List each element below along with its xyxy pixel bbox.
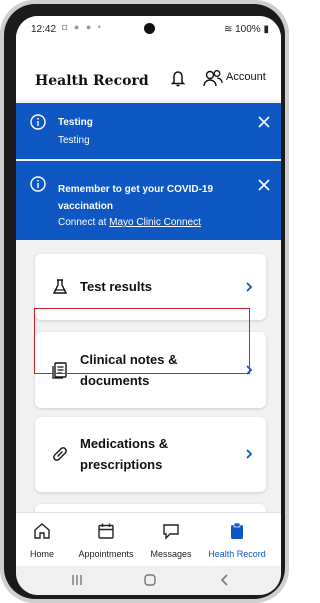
selection-highlight (34, 308, 250, 374)
bottom-tab-bar: Home Appointments Messages Health Record (16, 512, 281, 567)
account-button-label[interactable]: Account (226, 71, 266, 83)
close-icon[interactable] (257, 178, 271, 192)
phone-bezel: 12:42 ◘ ● ● • ≋ 100% ▮ Health Record Acc… (4, 4, 285, 599)
close-icon[interactable] (257, 115, 271, 129)
info-icon (30, 114, 46, 130)
front-camera (144, 23, 155, 34)
account-icon[interactable] (202, 68, 224, 88)
banner-subtitle: Testing (58, 135, 90, 146)
wifi-icon: ≋ (223, 24, 233, 35)
screen: 12:42 ◘ ● ● • ≋ 100% ▮ Health Record Acc… (16, 16, 281, 595)
chevron-right-icon (246, 282, 253, 292)
tab-home[interactable]: Home (22, 513, 62, 567)
battery-icon: ▮ (263, 24, 269, 35)
tab-label: Home (29, 549, 54, 559)
battery-level: 100% (235, 24, 261, 35)
covid-vaccination-banner: Remember to get your COVID-19 vaccinatio… (16, 161, 281, 240)
banner-title: Testing (58, 117, 93, 128)
tab-appointments[interactable]: Appointments (72, 513, 140, 567)
tab-health-record[interactable]: Health Record (202, 513, 272, 567)
status-right: ≋ 100% ▮ (224, 24, 269, 35)
tab-label: Messages (150, 549, 192, 559)
info-icon (30, 176, 46, 192)
tab-label: Appointments (78, 549, 134, 559)
back-icon[interactable] (219, 573, 231, 587)
phone-frame: 12:42 ◘ ● ● • ≋ 100% ▮ Health Record Acc… (0, 0, 289, 603)
banner-subtitle-prefix: Connect at (58, 217, 110, 228)
app-header: Health Record Account (16, 44, 281, 100)
status-bar: 12:42 ◘ ● ● • ≋ 100% ▮ (16, 16, 281, 44)
banner-title: Remember to get your COVID-19 vaccinatio… (58, 184, 214, 212)
home-button-icon[interactable] (143, 573, 157, 587)
flask-icon (52, 279, 68, 294)
system-nav-bar (16, 566, 281, 595)
pill-icon (53, 447, 67, 461)
testing-banner: Testing Testing (16, 103, 281, 159)
mayo-clinic-connect-link[interactable]: Mayo Clinic Connect (109, 217, 201, 228)
bell-icon[interactable] (168, 68, 188, 88)
calendar-icon (98, 523, 114, 539)
recent-apps-icon[interactable] (70, 574, 84, 586)
chevron-right-icon (246, 449, 253, 459)
tab-label: Health Record (208, 549, 266, 559)
card-label: Test results (80, 279, 153, 294)
tab-messages[interactable]: Messages (146, 513, 196, 567)
card-label: Medications & prescriptions (80, 436, 169, 472)
banner-subtitle: Connect at Mayo Clinic Connect (58, 217, 201, 228)
home-icon (34, 523, 50, 539)
notification-icons: ◘ ● ● • (62, 22, 103, 32)
clipboard-icon (231, 522, 243, 539)
medications-card[interactable]: Medications & prescriptions (35, 417, 266, 492)
message-icon (163, 524, 179, 540)
page-title: Health Record (35, 73, 149, 89)
status-time: 12:42 (31, 24, 57, 35)
